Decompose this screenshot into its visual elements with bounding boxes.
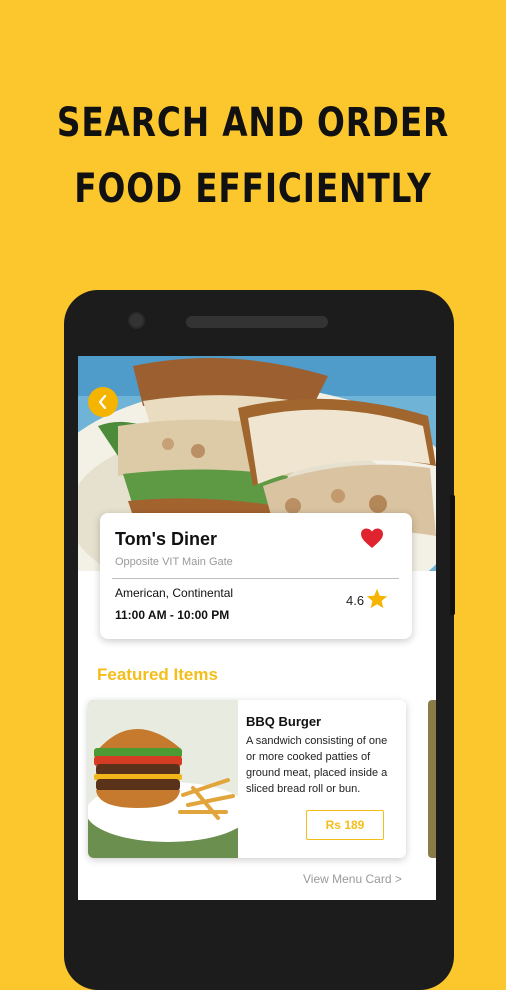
restaurant-rating: 4.6 bbox=[346, 593, 365, 608]
restaurant-cuisine: American, Continental bbox=[115, 586, 234, 600]
chevron-left-icon bbox=[98, 395, 107, 409]
item-name: BBQ Burger bbox=[246, 714, 322, 729]
featured-item-card[interactable]: BBQ Burger A sandwich consisting of one … bbox=[88, 700, 406, 858]
promo-headline-line-2: FOOD EFFICIENTLY bbox=[74, 166, 432, 212]
back-button[interactable] bbox=[88, 387, 118, 417]
featured-items-heading: Featured Items bbox=[97, 665, 218, 684]
restaurant-hours: 11:00 AM - 10:00 PM bbox=[115, 608, 230, 622]
promo-headline-line-1: SEARCH AND ORDER bbox=[56, 100, 450, 146]
restaurant-name: Tom's Diner bbox=[115, 529, 217, 549]
phone-camera bbox=[128, 312, 145, 329]
phone-side-button bbox=[450, 495, 455, 615]
heart-icon[interactable] bbox=[360, 527, 384, 549]
phone-speaker bbox=[186, 316, 328, 328]
item-description: A sandwich consisting of one or more coo… bbox=[246, 735, 388, 795]
restaurant-location: Opposite VIT Main Gate bbox=[115, 556, 233, 568]
next-item-card-peek[interactable] bbox=[428, 700, 436, 858]
view-menu-card-link[interactable]: View Menu Card > bbox=[303, 872, 402, 886]
item-price-button[interactable]: Rs 189 bbox=[306, 810, 384, 840]
promo-headline: SEARCH AND ORDER FOOD EFFICIENTLY bbox=[46, 90, 461, 222]
burger-image bbox=[88, 700, 238, 858]
card-divider bbox=[112, 578, 399, 579]
star-icon bbox=[366, 588, 388, 609]
restaurant-info-card: Tom's Diner Opposite VIT Main Gate Ameri… bbox=[100, 513, 412, 639]
